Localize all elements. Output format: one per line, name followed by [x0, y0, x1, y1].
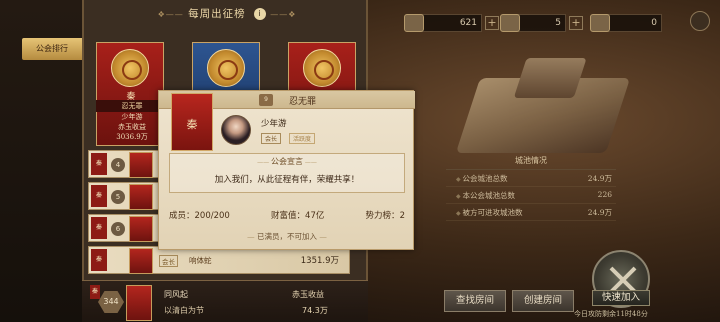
rank-row-tag: 秦: [91, 249, 107, 271]
own-guild-bar[interactable]: 秦 344 同风起 以清白为节 赤玉收益 74.3万: [82, 280, 368, 322]
rank-flag-icon: [129, 184, 153, 210]
dragon-seal-icon: [303, 49, 341, 87]
role-badge: 会长: [159, 255, 178, 267]
rank-row-tag: 秦: [91, 153, 107, 175]
city-info-value: 24.9万: [587, 208, 612, 217]
dragon-seal-icon: [207, 49, 245, 87]
own-rank: 344: [98, 291, 124, 313]
rank-value: 1351.9万: [300, 256, 339, 266]
city-info-value: 24.9万: [587, 174, 612, 183]
guild-banner: 秦: [171, 93, 213, 151]
title-decoration-left: ❖——: [157, 10, 184, 19]
menu-toggle[interactable]: [690, 11, 710, 31]
quick-join-button[interactable]: 快速加入: [592, 290, 650, 306]
resource-gems: 5 +: [500, 14, 583, 32]
own-tag: 秦: [90, 285, 100, 299]
sidebar: 公会排行: [0, 0, 82, 322]
search-room-button[interactable]: 查找房间: [444, 290, 506, 312]
add-gems-button[interactable]: +: [569, 16, 583, 30]
leader-name: 少年游: [261, 119, 287, 129]
wealth-stat: 财富值：47亿: [271, 209, 324, 221]
guild-announcement: 公会宣言 加入我们，从此征程有伴，荣耀共享！: [169, 153, 405, 193]
leader-role-badge: 会长: [261, 133, 282, 144]
members-stat: 成员：200/200: [169, 209, 230, 221]
info-icon[interactable]: i: [253, 8, 266, 20]
guild-detail-popup: 9 忍无罪 秦 少年游 会长 活跃度 公会宣言 加入我们，从此征程有伴，荣耀共享…: [158, 90, 415, 250]
full-notice: 已满员，不可加入: [159, 231, 415, 242]
city-info-row: 被方可进攻城池数 24.9万: [446, 204, 616, 221]
panel-title-text: 每周出征榜: [188, 8, 246, 20]
rank-number: 6: [111, 222, 125, 236]
activity-badge: 活跃度: [289, 133, 316, 144]
power-label: 势力榜：: [365, 211, 400, 221]
city-info-label: 被方可进攻城池数: [456, 207, 523, 218]
power-stat: 势力榜：2: [366, 209, 405, 221]
guild-stats: 成员：200/200 财富值：47亿 势力榜：2: [169, 209, 405, 221]
guild-level-badge: 9: [259, 94, 273, 106]
city-info-panel: 城池情况 公会城池总数 24.9万 本公会城池总数 226 被方可进攻城池数 2…: [446, 152, 616, 221]
panel-title: ❖—— 每周出征榜 i ——❖: [84, 6, 370, 21]
city-fortress-image: [455, 78, 631, 153]
resource-stone: 0: [590, 14, 662, 32]
city-info-header: 城池情况: [446, 152, 616, 170]
tab-guild-ranking[interactable]: 公会排行: [22, 38, 82, 60]
defend-time-notice: 今日攻防剩余11时48分: [574, 310, 648, 318]
gem-icon: [500, 14, 520, 32]
rank-number: 4: [111, 158, 125, 172]
members-label: 成员：: [169, 211, 195, 221]
swirl-menu-icon[interactable]: [690, 11, 710, 31]
rank-leader: 响体蛇: [189, 256, 212, 265]
own-income-label: 赤玉收益: [292, 290, 324, 299]
create-room-button[interactable]: 创建房间: [512, 290, 574, 312]
wealth-value: 47亿: [305, 211, 325, 221]
city-info-value: 226: [597, 190, 612, 199]
members-value: 200/200: [194, 211, 230, 221]
rank-flag-icon: [129, 248, 153, 274]
popup-guild-name: 忍无罪: [289, 97, 317, 107]
own-guild-slogan: 以清白为节: [164, 306, 204, 315]
announcement-text: 加入我们，从此征程有伴，荣耀共享！: [214, 175, 360, 185]
rank-number: 5: [111, 190, 125, 204]
city-info-label: 公会城池总数: [456, 173, 508, 184]
rank-flag-icon: [129, 216, 153, 242]
city-info-row: 公会城池总数 24.9万: [446, 170, 616, 187]
resource-gems-value: 5: [516, 14, 566, 32]
city-info-label: 本公会城池总数: [456, 190, 516, 201]
add-coins-button[interactable]: +: [485, 16, 499, 30]
rank-row-tag: 秦: [91, 217, 107, 239]
title-decoration-right: ——❖: [270, 10, 297, 19]
city-info-row: 本公会城池总数 226: [446, 187, 616, 204]
resource-coins-value: 621: [420, 14, 482, 32]
own-income-value: 74.3万: [302, 306, 328, 315]
wealth-label: 财富值：: [271, 211, 306, 221]
rank-flag-icon: [129, 152, 153, 178]
rank-row-tag: 秦: [91, 185, 107, 207]
leader-avatar: [221, 115, 251, 145]
rank-row[interactable]: 秦 会长 响体蛇 1351.9万: [88, 246, 350, 274]
own-flag-icon: [126, 285, 152, 321]
resource-stone-value: 0: [606, 14, 662, 32]
resource-coins: 621 +: [404, 14, 499, 32]
own-guild-name: 同风起: [164, 290, 188, 299]
announcement-header: 公会宣言: [170, 154, 404, 167]
stone-icon: [590, 14, 610, 32]
power-value: 2: [399, 211, 405, 221]
dragon-seal-icon: [111, 49, 149, 87]
guild-banner-flag: 秦: [186, 118, 198, 131]
coin-icon: [404, 14, 424, 32]
